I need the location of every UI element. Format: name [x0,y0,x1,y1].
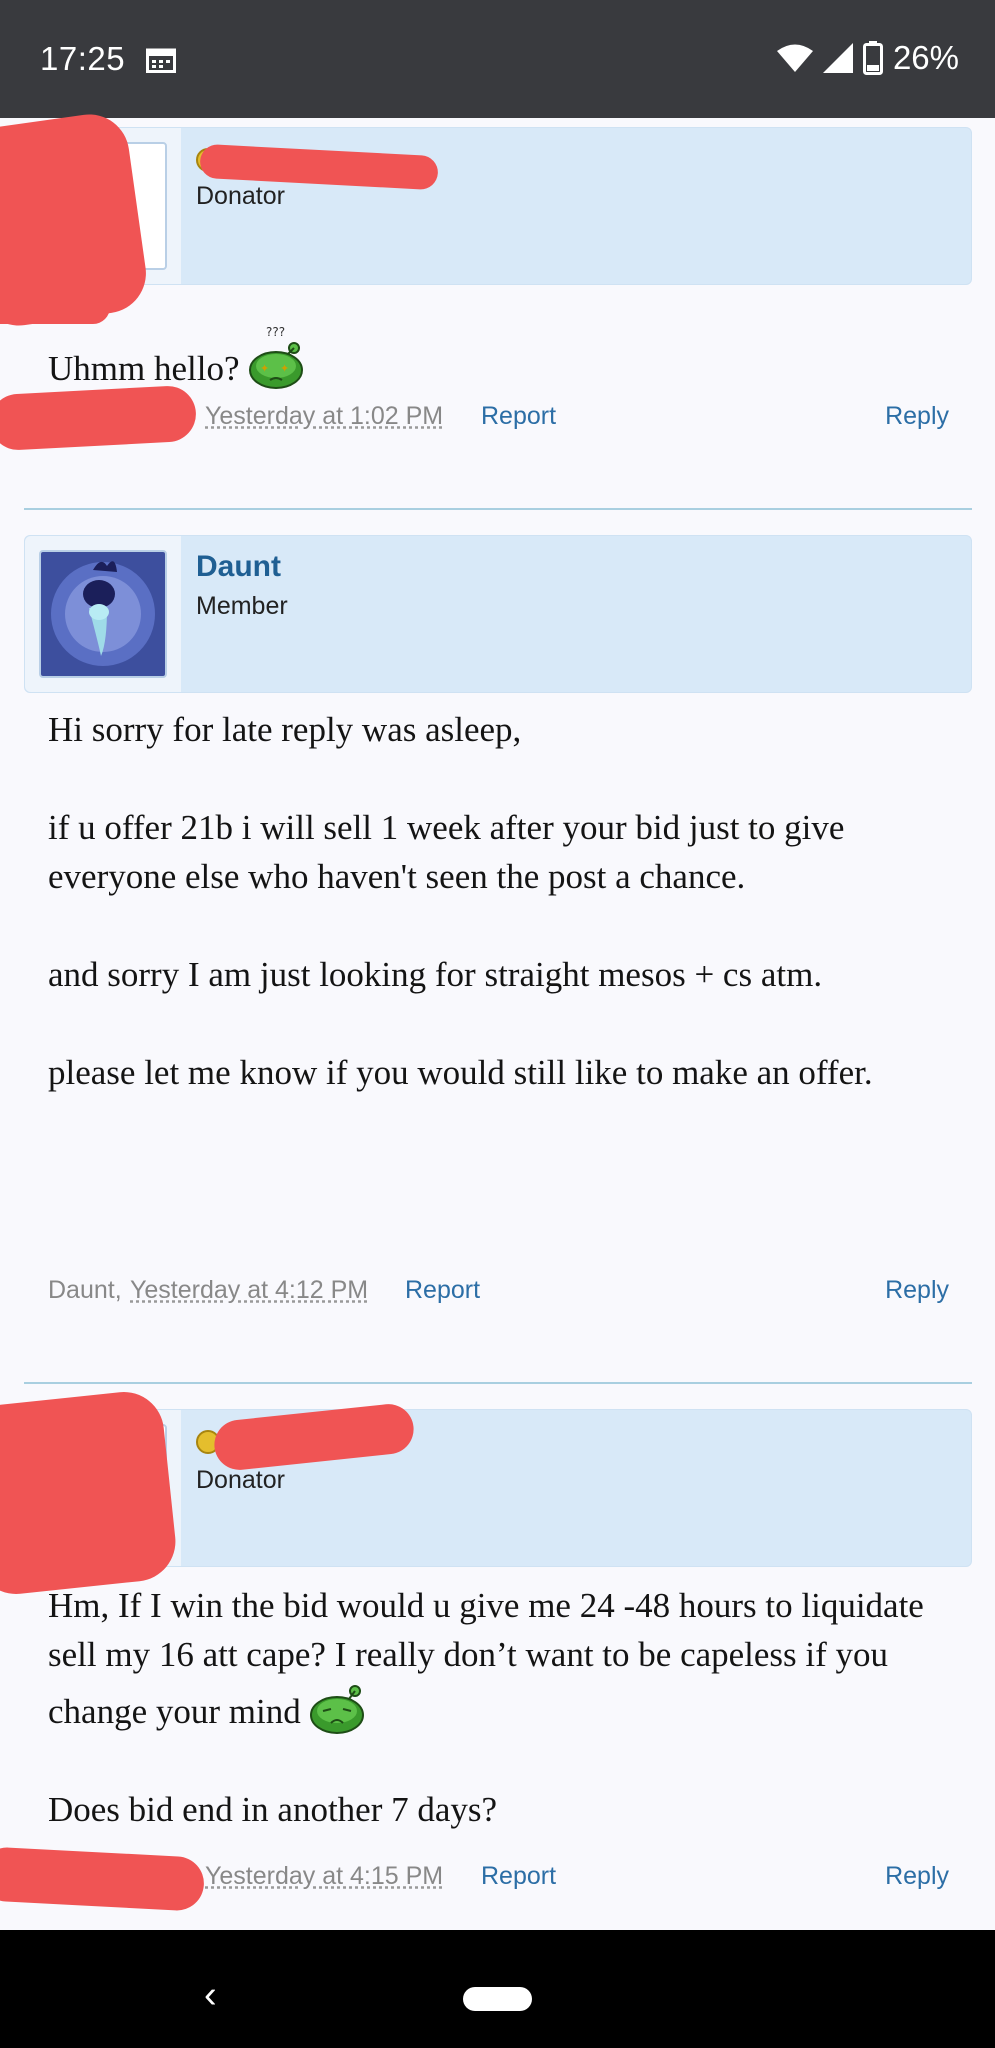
message-paragraph: Does bid end in another 7 days? [48,1790,498,1829]
message-paragraph: Hm, If I win the bid would u give me 24 … [48,1586,924,1731]
message-paragraph: Uhmm hello? [48,349,240,388]
user-title: Member [196,592,288,620]
message-paragraph: please let me know if you would still li… [48,1053,873,1092]
message-paragraph: Hi sorry for late reply was asleep, [48,710,522,749]
status-time: 17:25 [40,40,126,77]
confused-slime-emoticon: ??? ✦ ✦ [249,325,304,389]
svg-text:✦: ✦ [260,362,269,375]
username[interactable]: Daunt [196,550,281,584]
message-paragraph: and sorry I am just looking for straight… [48,955,823,994]
navigation-bar: ‹ [0,1930,995,2048]
message-paragraph: if u offer 21b i will sell 1 week after … [48,808,845,896]
signal-icon [822,43,853,73]
post-date[interactable]: Yesterday at 4:15 PM [205,1862,443,1891]
report-link[interactable]: Report [481,402,556,431]
avatar[interactable] [39,550,167,678]
user-title: Donator [196,182,285,210]
post-divider [24,1382,972,1384]
svg-text:???: ??? [266,325,285,339]
reply-link[interactable]: Reply [885,1862,949,1891]
reply-link[interactable]: Reply [885,402,949,431]
post-date[interactable]: Yesterday at 4:12 PM [130,1276,368,1305]
home-button[interactable] [463,1987,532,2011]
calendar-icon [146,48,176,73]
svg-text:✦: ✦ [280,362,289,375]
status-bar: 17:25 26% [0,0,995,118]
post-meta: Daunt, Yesterday at 4:12 PM Report Reply [0,1276,995,1316]
battery-level: 26% [892,39,959,76]
report-link[interactable]: Report [481,1862,556,1891]
post-message: Hm, If I win the bid would u give me 24 … [48,1581,948,1834]
sad-slime-emoticon [310,1685,365,1734]
post-message: Uhmm hello? ??? ✦ ✦ [48,324,948,393]
reply-link[interactable]: Reply [885,1276,949,1305]
post-date[interactable]: Yesterday at 1:02 PM [205,402,443,431]
wifi-icon [776,44,813,72]
post-author[interactable]: Daunt, [48,1276,122,1305]
post-divider [24,508,972,510]
avatar-image [41,552,165,676]
user-header: Daunt Member [24,535,972,693]
back-button-icon[interactable]: ‹ [204,1974,217,2017]
report-link[interactable]: Report [405,1276,480,1305]
user-title: Donator [196,1466,285,1494]
battery-icon [862,41,883,75]
post-message: Hi sorry for late reply was asleep, if u… [48,705,948,1097]
user-header: Donator [24,127,972,285]
